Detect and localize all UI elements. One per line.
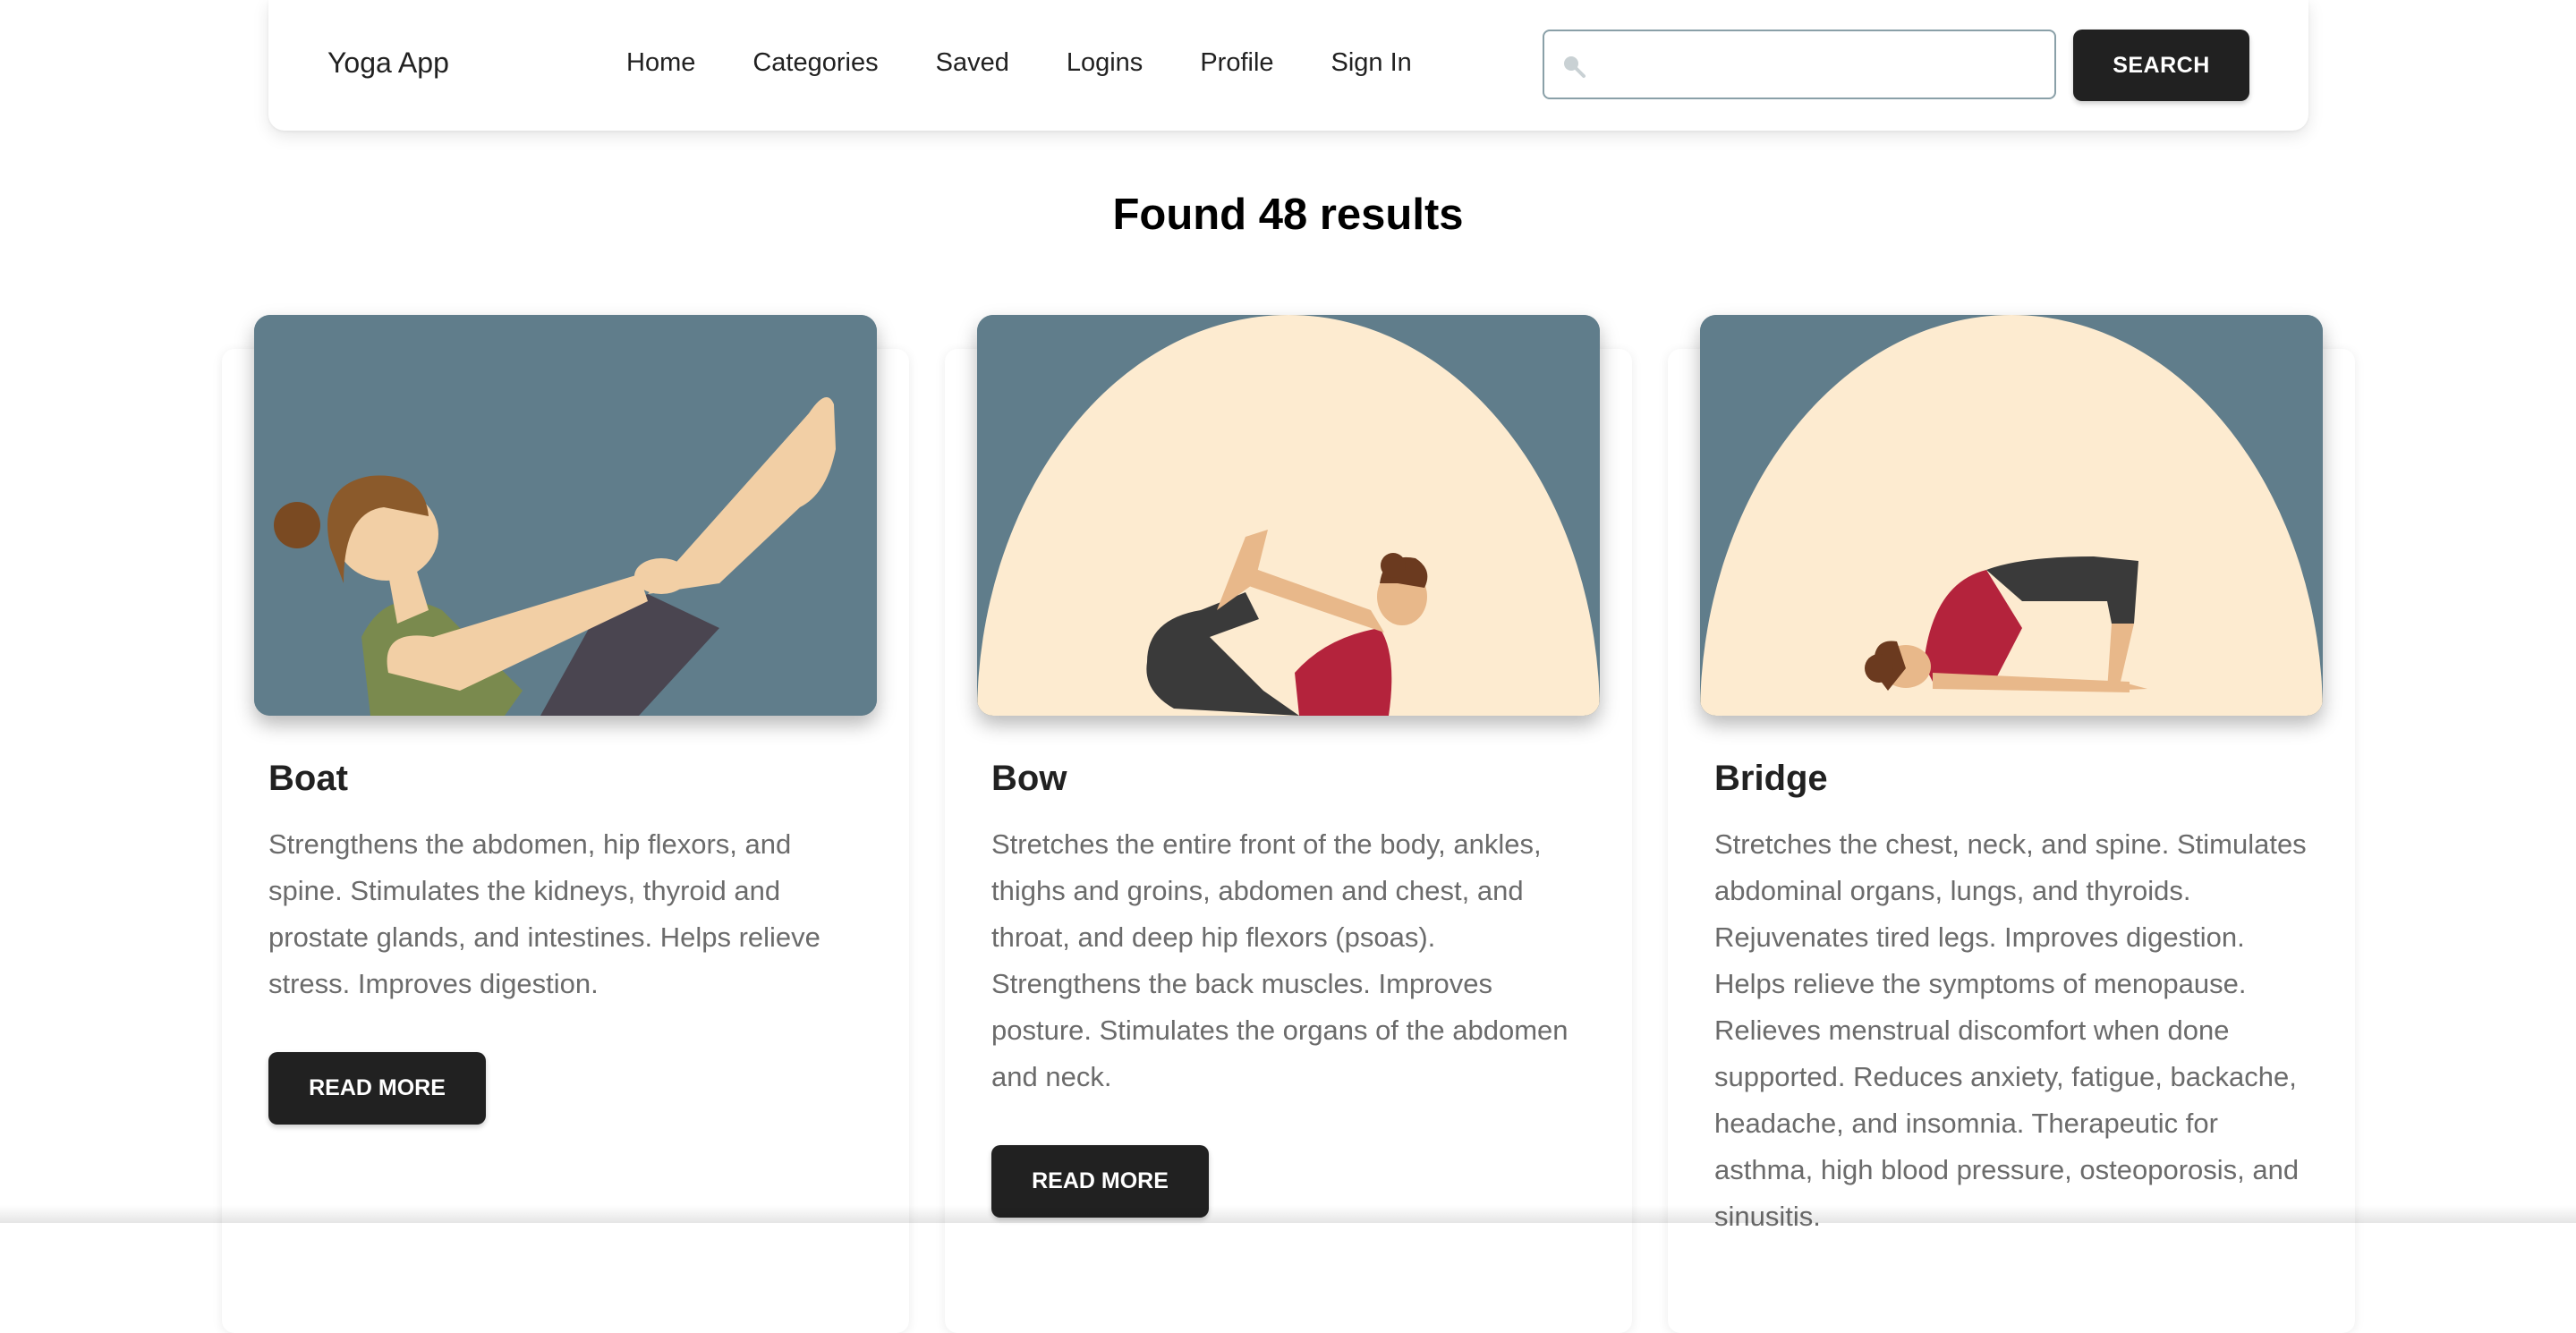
- boat-pose-illustration: [254, 315, 877, 716]
- card-title-bow: Bow: [991, 759, 1067, 798]
- results-count-title: Found 48 results: [1112, 191, 1464, 239]
- card-description-boat: Strengthens the abdomen, hip flexors, an…: [268, 828, 820, 999]
- pose-card-bow: Bow Stretches the entire front of the bo…: [945, 315, 1632, 1333]
- read-more-button-bow[interactable]: READ MORE: [991, 1145, 1209, 1218]
- pose-card-bridge: Bridge Stretches the chest, neck, and sp…: [1668, 315, 2355, 1333]
- pose-image-bridge[interactable]: [1700, 315, 2323, 716]
- nav-link-logins[interactable]: Logins: [1067, 48, 1143, 78]
- pose-image-boat[interactable]: [254, 315, 877, 716]
- nav-link-sign-in[interactable]: Sign In: [1331, 48, 1412, 78]
- nav-links: Home Categories Saved Logins Profile Sig…: [626, 48, 1469, 78]
- search-box[interactable]: [1543, 30, 2056, 99]
- card-title-boat: Boat: [268, 759, 348, 798]
- nav-link-categories[interactable]: Categories: [752, 48, 878, 78]
- bow-pose-illustration: [977, 315, 1600, 716]
- read-more-button-boat[interactable]: READ MORE: [268, 1052, 486, 1125]
- pose-card-boat: Boat Strengthens the abdomen, hip flexor…: [222, 315, 909, 1333]
- nav-link-profile[interactable]: Profile: [1200, 48, 1273, 78]
- card-description-bridge: Stretches the chest, neck, and spine. St…: [1714, 828, 2307, 1232]
- card-description-bow: Stretches the entire front of the body, …: [991, 828, 1569, 1092]
- brand-logo[interactable]: Yoga App: [327, 47, 449, 80]
- search-button[interactable]: SEARCH: [2073, 30, 2249, 101]
- bridge-pose-illustration: [1700, 315, 2323, 716]
- pose-image-bow[interactable]: [977, 315, 1600, 716]
- search-input[interactable]: [1600, 40, 2042, 90]
- nav-link-saved[interactable]: Saved: [936, 48, 1009, 78]
- search-icon: [1564, 56, 1586, 78]
- nav-link-home[interactable]: Home: [626, 48, 695, 78]
- card-title-bridge: Bridge: [1714, 759, 1828, 798]
- top-navbar: Yoga App Home Categories Saved Logins Pr…: [268, 0, 2308, 131]
